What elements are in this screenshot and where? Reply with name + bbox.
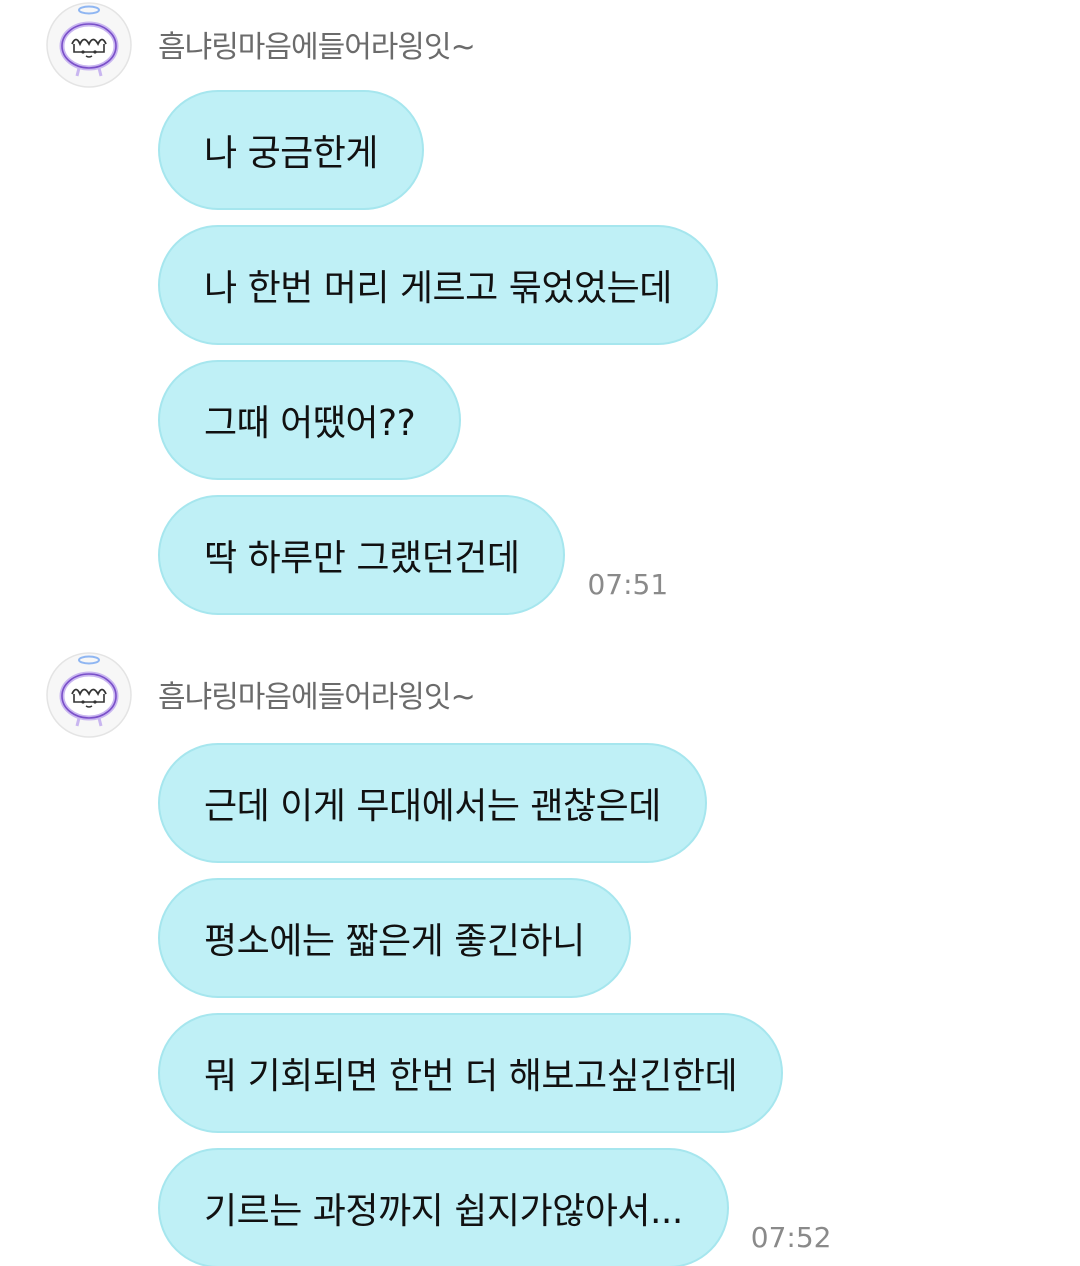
message-bubble[interactable]: 근데 이게 무대에서는 괜찮은데 <box>158 743 707 863</box>
sender-name: 흠냐링마음에들어라읭잇~ <box>158 30 476 65</box>
message-row: 기르는 과정까지 쉽지가않아서... 07:52 <box>158 1144 831 1266</box>
message-bubble[interactable]: 나 궁금한게 <box>158 90 425 210</box>
chat-view: 흠냐링마음에들어라읭잇~ 나 궁금한게 나 한번 머리 게르고 묶었었는데 그때… <box>0 0 1080 1266</box>
message-bubble[interactable]: 뭐 기회되면 한번 더 해보고싶긴한데 <box>158 1013 784 1133</box>
message-row: 그때 어땠어?? <box>158 356 462 480</box>
message-row: 평소에는 짧은게 좋긴하니 <box>158 874 631 998</box>
angel-character-avatar-icon[interactable] <box>44 0 134 90</box>
message-bubble[interactable]: 기르는 과정까지 쉽지가않아서... <box>158 1148 729 1266</box>
message-row: 나 한번 머리 게르고 묶었었는데 <box>158 221 718 345</box>
message-bubble[interactable]: 평소에는 짧은게 좋긴하니 <box>158 878 631 998</box>
message-row: 딱 하루만 그랬던건데 07:51 <box>158 491 668 615</box>
angel-character-avatar-icon[interactable] <box>44 650 134 740</box>
message-bubble[interactable]: 나 한번 머리 게르고 묶었었는데 <box>158 225 718 345</box>
sender-name: 흠냐링마음에들어라읭잇~ <box>158 680 476 715</box>
message-row: 나 궁금한게 <box>158 86 425 210</box>
message-bubble[interactable]: 그때 어땠어?? <box>158 360 462 480</box>
message-bubble[interactable]: 딱 하루만 그랬던건데 <box>158 495 566 615</box>
message-timestamp: 07:51 <box>587 568 669 601</box>
message-row: 뭐 기회되면 한번 더 해보고싶긴한데 <box>158 1009 784 1133</box>
message-timestamp: 07:52 <box>750 1221 832 1254</box>
message-row: 근데 이게 무대에서는 괜찮은데 <box>158 739 707 863</box>
